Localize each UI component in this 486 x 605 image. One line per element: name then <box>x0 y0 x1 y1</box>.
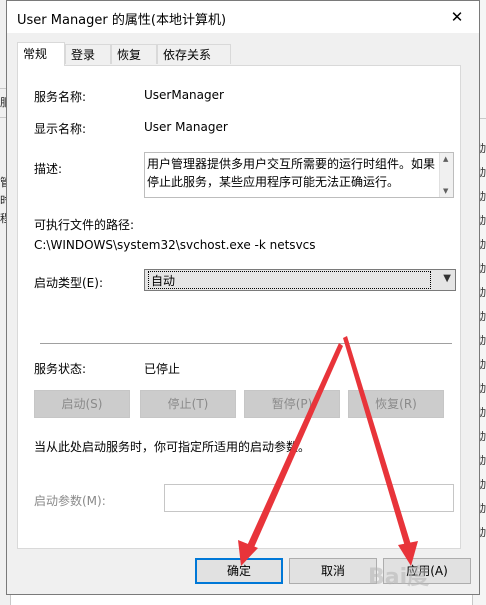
pause-button[interactable]: 暂停(P) <box>244 390 340 418</box>
display-name-label: 显示名称: <box>34 122 87 136</box>
window-title: User Manager 的属性(本地计算机) <box>17 13 227 28</box>
start-params-input[interactable] <box>164 484 454 512</box>
scroll-down-icon[interactable]: ▼ <box>443 187 448 195</box>
tab-general[interactable]: 常规 <box>17 42 65 66</box>
service-name-value: UserManager <box>144 88 224 102</box>
scroll-up-icon[interactable]: ▲ <box>443 155 448 163</box>
tab-logon[interactable]: 登录 <box>65 44 111 64</box>
description-scrollbar[interactable]: ▲ ▼ <box>439 153 453 197</box>
stop-button[interactable]: 停止(T) <box>140 390 236 418</box>
description-line: 用户管理器提供多用户交互所需要的运行时组件。如果 <box>147 157 436 171</box>
title-bar: User Manager 的属性(本地计算机) ✕ <box>7 1 479 33</box>
divider <box>40 343 452 344</box>
cancel-button[interactable]: 取消 <box>289 558 377 584</box>
description-text: 用户管理器提供多用户交互所需要的运行时组件。如果 停止此服务，某些应用程序可能无… <box>147 155 437 191</box>
startup-type-label: 启动类型(E): <box>34 276 103 290</box>
executable-path-label: 可执行文件的路径: <box>34 218 135 232</box>
service-properties-dialog: User Manager 的属性(本地计算机) ✕ 常规 登录 恢复 依存关系 … <box>6 0 480 595</box>
startup-type-value: 自动 <box>148 271 431 289</box>
tab-recovery[interactable]: 恢复 <box>111 44 157 64</box>
chevron-down-icon: ▼ <box>443 273 451 284</box>
executable-path-value: C:\WINDOWS\system32\svchost.exe -k netsv… <box>34 238 316 252</box>
ok-button[interactable]: 确定 <box>195 558 283 584</box>
general-tab-panel: 服务名称: UserManager 显示名称: User Manager 描述:… <box>17 65 461 549</box>
start-params-label: 启动参数(M): <box>34 494 106 508</box>
close-button[interactable]: ✕ <box>435 1 479 33</box>
tab-dependencies[interactable]: 依存关系 <box>157 44 231 64</box>
display-name-value: User Manager <box>144 120 228 134</box>
resume-button[interactable]: 恢复(R) <box>348 390 444 418</box>
service-name-label: 服务名称: <box>34 90 87 104</box>
description-textbox[interactable]: 用户管理器提供多用户交互所需要的运行时组件。如果 停止此服务，某些应用程序可能无… <box>144 152 454 198</box>
start-params-hint: 当从此处启动服务时，你可指定所适用的启动参数。 <box>34 440 311 454</box>
startup-type-select[interactable]: 自动 ▼ <box>144 269 456 291</box>
close-icon: ✕ <box>450 8 464 26</box>
start-button[interactable]: 启动(S) <box>34 390 130 418</box>
watermark-logo: Bai度 <box>368 565 430 590</box>
description-line: 停止此服务，某些应用程序可能无法正确运行。 <box>147 175 400 189</box>
description-label: 描述: <box>34 162 63 176</box>
service-status-value: 已停止 <box>144 362 181 376</box>
service-status-label: 服务状态: <box>34 362 87 376</box>
